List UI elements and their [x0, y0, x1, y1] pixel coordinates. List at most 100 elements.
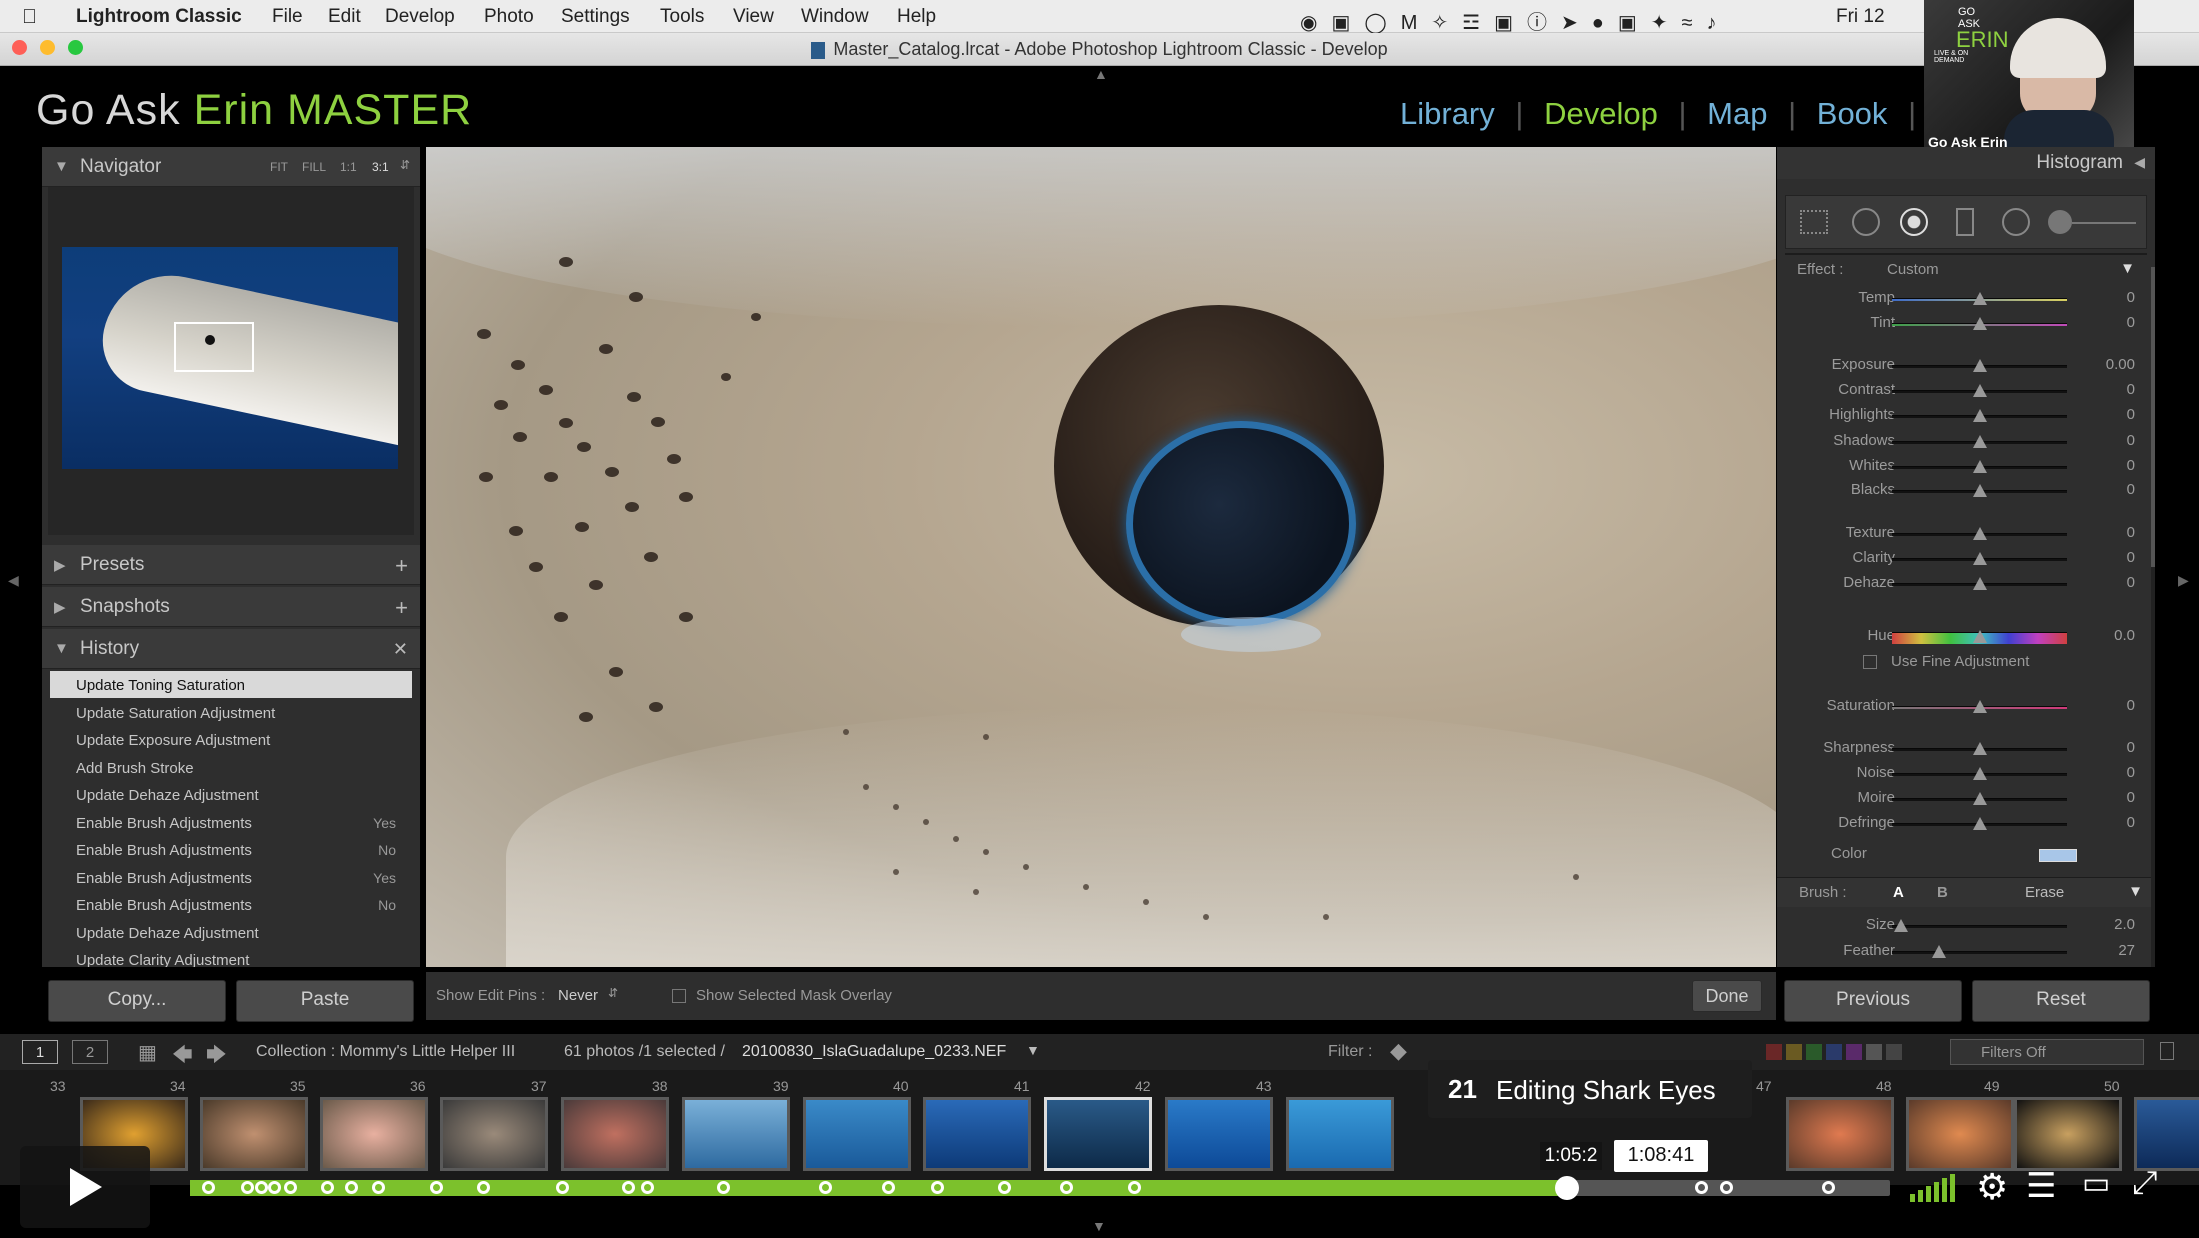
chapter-marker[interactable] — [344, 1181, 358, 1194]
select-stepper-icon[interactable]: ⇵ — [608, 986, 618, 1000]
chapter-marker[interactable] — [1720, 1181, 1733, 1194]
filename-dropdown-icon[interactable]: ▼ — [1026, 1042, 1040, 1058]
chapter-marker[interactable] — [371, 1181, 385, 1194]
secondary-window-button[interactable]: 2 — [72, 1040, 108, 1064]
fullscreen-icon[interactable]: ⤢ — [2132, 1164, 2158, 1202]
slider-track[interactable] — [1892, 925, 2067, 928]
green-label[interactable] — [1806, 1044, 1822, 1060]
filmstrip-thumbnail[interactable] — [803, 1097, 911, 1171]
left-panel-toggle-icon[interactable]: ◀ — [8, 572, 19, 589]
progress-bar[interactable] — [190, 1180, 1890, 1196]
menu-edit[interactable]: Edit — [328, 6, 361, 28]
chapters-list-icon[interactable]: ☰ — [2026, 1166, 2056, 1206]
history-item[interactable]: Update Saturation Adjustment — [50, 699, 412, 726]
chapter-marker[interactable] — [881, 1181, 895, 1194]
settings-gear-icon[interactable]: ⚙ — [1976, 1166, 2008, 1208]
filmstrip-thumbnail[interactable] — [320, 1097, 428, 1171]
chapter-marker[interactable] — [429, 1181, 443, 1194]
blue-label[interactable] — [1826, 1044, 1842, 1060]
slider-value[interactable]: 27 — [2118, 942, 2135, 959]
previous-button[interactable]: Previous — [1784, 980, 1962, 1022]
copy-settings-button[interactable]: Copy... — [48, 980, 226, 1022]
apple-icon[interactable]:  — [22, 6, 37, 29]
back-arrow-icon[interactable]: 🡄 — [172, 1040, 193, 1074]
chapter-marker[interactable] — [717, 1181, 730, 1194]
purple-label[interactable] — [1846, 1044, 1862, 1060]
menu-window[interactable]: Window — [801, 6, 869, 28]
right-panel-toggle-icon[interactable]: ▶ — [2178, 572, 2189, 589]
zoom-fit[interactable]: FIT — [270, 160, 288, 174]
volume-bars-icon[interactable] — [1910, 1174, 1958, 1202]
airplay-icon[interactable]: ▭ — [2082, 1166, 2110, 1201]
clear-history-icon[interactable]: ✕ — [393, 639, 408, 660]
filter-preset-select[interactable]: Filters Off — [1950, 1039, 2144, 1065]
chapter-marker[interactable] — [640, 1181, 654, 1194]
module-library[interactable]: Library — [1400, 96, 1495, 131]
history-item[interactable]: Update Toning Saturation — [50, 671, 412, 698]
navigator-view-box[interactable] — [174, 322, 254, 372]
chapter-marker[interactable] — [1694, 1181, 1708, 1194]
menu-settings[interactable]: Settings — [561, 6, 630, 28]
progress-scrubber[interactable] — [1555, 1176, 1579, 1200]
snapshots-header[interactable]: ▶ Snapshots + — [42, 587, 420, 627]
menu-photo[interactable]: Photo — [484, 6, 534, 28]
zoom-stepper-icon[interactable]: ⇵ — [400, 158, 410, 172]
menu-view[interactable]: View — [733, 6, 774, 28]
history-item[interactable]: Enable Brush Adjustments No — [50, 891, 412, 918]
forward-arrow-icon[interactable]: 🡆 — [206, 1040, 227, 1074]
chapter-marker[interactable] — [621, 1181, 635, 1194]
zoom-fill[interactable]: FILL — [302, 160, 326, 174]
chapter-marker[interactable] — [254, 1181, 268, 1194]
yellow-label[interactable] — [1786, 1044, 1802, 1060]
slider-knob[interactable] — [1932, 945, 1947, 958]
filmstrip-thumbnail[interactable] — [1786, 1097, 1894, 1171]
color-label-filter[interactable] — [1766, 1044, 1916, 1060]
filmstrip-thumbnail[interactable] — [200, 1097, 308, 1171]
menu-develop[interactable]: Develop — [385, 6, 455, 28]
panel-scroll-thumb[interactable] — [2151, 267, 2155, 567]
primary-window-button[interactable]: 1 — [22, 1040, 58, 1064]
presets-header[interactable]: ▶ Presets + — [42, 545, 420, 585]
chapter-marker[interactable] — [320, 1181, 334, 1194]
history-item[interactable]: Enable Brush Adjustments Yes — [50, 864, 412, 891]
flag-filter-icon[interactable]: ◆ — [1390, 1038, 1407, 1064]
chapter-marker[interactable] — [241, 1181, 254, 1194]
history-item[interactable]: Update Dehaze Adjustment — [50, 781, 412, 808]
slider-track[interactable] — [1892, 951, 2067, 954]
play-button[interactable] — [20, 1146, 150, 1228]
navigator-thumbnail[interactable] — [62, 247, 398, 469]
paste-settings-button[interactable]: Paste — [236, 980, 414, 1022]
zoom-3-1[interactable]: 3:1 — [372, 160, 389, 174]
grid-icon[interactable]: ▦ — [138, 1040, 157, 1065]
chapter-marker[interactable] — [819, 1181, 832, 1194]
module-book[interactable]: Book — [1817, 96, 1888, 131]
chapter-marker[interactable] — [201, 1181, 215, 1194]
no-label[interactable] — [1886, 1044, 1902, 1060]
zoom-1-1[interactable]: 1:1 — [340, 160, 357, 174]
chapter-marker[interactable] — [283, 1181, 297, 1194]
filmstrip-thumbnail[interactable] — [440, 1097, 548, 1171]
collection-label[interactable]: Collection : Mommy's Little Helper III — [256, 1043, 515, 1061]
history-header[interactable]: ▼ History ✕ — [42, 629, 420, 669]
history-item[interactable]: Enable Brush Adjustments No — [50, 836, 412, 863]
filmstrip-thumbnail[interactable] — [1044, 1097, 1152, 1171]
filmstrip-thumbnail[interactable] — [2134, 1097, 2199, 1171]
chapter-marker[interactable] — [1822, 1181, 1835, 1194]
selected-filename[interactable]: 20100830_IslaGuadalupe_0233.NEF — [742, 1043, 1006, 1061]
filmstrip-thumbnail[interactable] — [1165, 1097, 1273, 1171]
red-label[interactable] — [1766, 1044, 1782, 1060]
history-item[interactable]: Update Clarity Adjustment — [50, 946, 412, 967]
add-preset-icon[interactable]: + — [395, 553, 408, 579]
history-item[interactable]: Update Dehaze Adjustment — [50, 919, 412, 946]
menu-clock[interactable]: Fri 12 — [1836, 6, 1885, 28]
filmstrip-thumbnail[interactable] — [682, 1097, 790, 1171]
brush-feather-slider[interactable]: Feather 27 — [1777, 940, 2155, 965]
top-panel-toggle-icon[interactable]: ▲ — [1094, 66, 1108, 82]
filmstrip-thumbnail[interactable] — [1906, 1097, 2014, 1171]
main-image-view[interactable] — [426, 147, 1776, 967]
mask-overlay-checkbox[interactable] — [672, 989, 686, 1003]
filmstrip-thumbnail[interactable] — [2014, 1097, 2122, 1171]
brush-size-slider[interactable]: Size 2.0 — [1777, 914, 2155, 939]
slider-knob[interactable] — [1893, 919, 1908, 932]
menu-help[interactable]: Help — [897, 6, 936, 28]
